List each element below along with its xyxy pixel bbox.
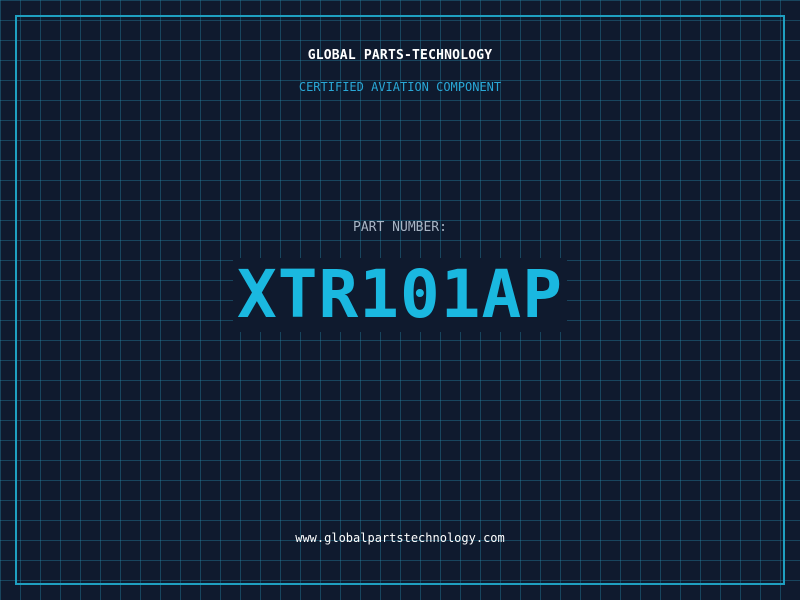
website-url: www.globalpartstechnology.com (295, 531, 505, 545)
part-number-container: XTR101AP (0, 258, 800, 332)
part-number-label: PART NUMBER: (353, 220, 447, 235)
company-name-heading: GLOBAL PARTS-TECHNOLOGY (307, 48, 493, 63)
part-label-card: GLOBAL PARTS-TECHNOLOGY CERTIFIED AVIATI… (0, 0, 800, 600)
certification-subtitle: CERTIFIED AVIATION COMPONENT (298, 80, 502, 94)
part-number-value: XTR101AP (233, 258, 567, 332)
